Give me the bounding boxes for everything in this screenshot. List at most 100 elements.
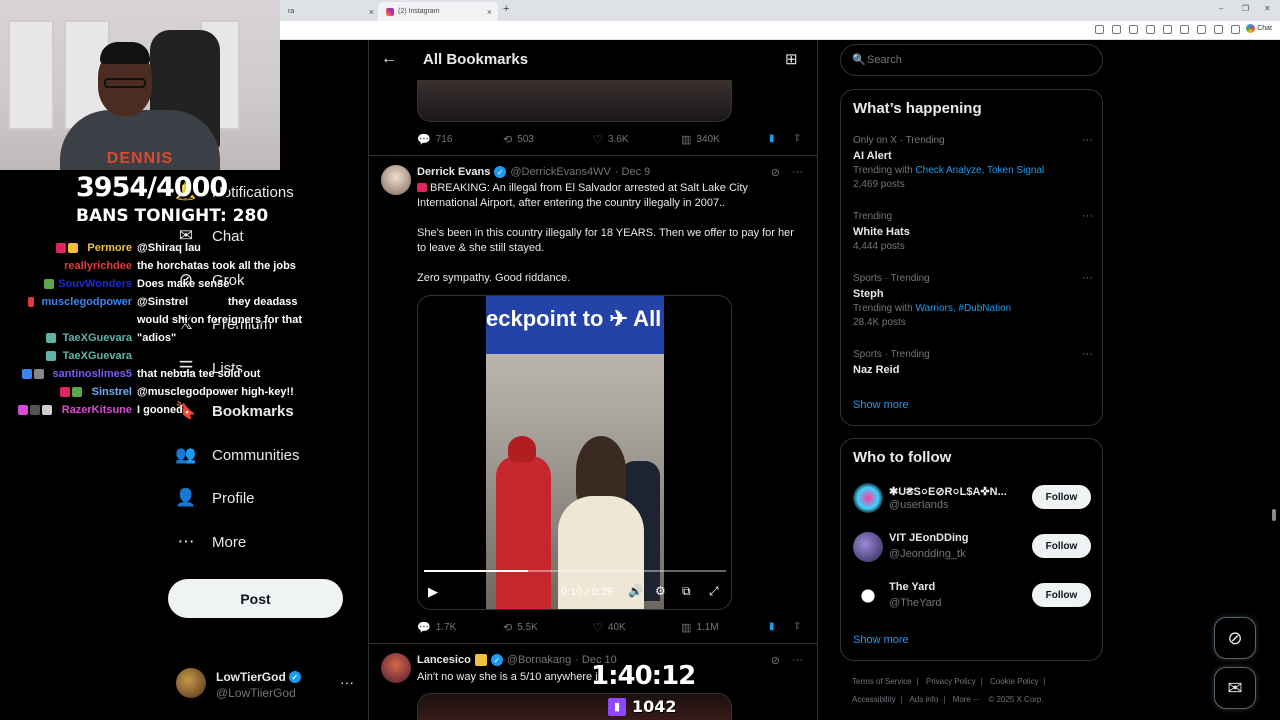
- scrollbar-thumb[interactable]: [1272, 509, 1276, 521]
- picture-in-picture-icon[interactable]: ⧉: [682, 584, 691, 599]
- more-options-icon[interactable]: ···: [340, 674, 354, 690]
- fullscreen-icon[interactable]: ⤢: [709, 584, 719, 599]
- settings-gear-icon[interactable]: ⚙: [655, 584, 666, 598]
- account-switcher[interactable]: LowTierGod ✓ @LowTiierGod ···: [176, 668, 356, 702]
- extension-icon[interactable]: [1231, 25, 1240, 34]
- more-icon[interactable]: ···: [1082, 348, 1093, 360]
- trend-context: Trending: [853, 211, 893, 222]
- copyright: © 2025 X Corp.: [988, 695, 1044, 704]
- views-button[interactable]: ▥ 1.1M: [681, 621, 719, 634]
- grok-icon[interactable]: ⊘: [771, 166, 780, 179]
- reply-button[interactable]: 💬 1.7K: [417, 621, 456, 634]
- tweet-date[interactable]: · Dec 9: [615, 166, 650, 178]
- chat-text: I gooned: [137, 404, 183, 416]
- extension-icon[interactable]: [1129, 25, 1138, 34]
- footer-link[interactable]: More ···: [953, 695, 981, 704]
- author-handle[interactable]: @Bornakang: [507, 654, 571, 666]
- heart-icon: ♡: [593, 622, 603, 634]
- extension-icon[interactable]: [1180, 25, 1189, 34]
- search-box[interactable]: 🔍: [840, 44, 1103, 76]
- verified-badge-icon: ✓: [494, 166, 507, 178]
- repost-button[interactable]: ⟲ 503: [503, 133, 534, 146]
- avatar[interactable]: [381, 165, 411, 195]
- footer-link[interactable]: Terms of Service: [852, 677, 912, 686]
- minimize-icon[interactable]: –: [1219, 4, 1223, 13]
- follow-button[interactable]: Follow: [1032, 485, 1091, 509]
- close-tab-icon[interactable]: ×: [369, 7, 374, 17]
- follow-suggestion[interactable]: VIT JEonDDing @Jeondding_tk Follow: [853, 530, 1093, 566]
- video-progress-bar[interactable]: [424, 570, 726, 572]
- nav-profile[interactable]: 👤 Profile: [175, 483, 254, 513]
- grok-floating-button[interactable]: ⊘: [1214, 617, 1256, 659]
- twitch-icon: ▮: [608, 697, 626, 716]
- trend-item[interactable]: Sports · Trending Naz Reid ···: [853, 348, 1093, 378]
- views-button[interactable]: ▥ 340K: [681, 133, 720, 146]
- more-icon[interactable]: ···: [792, 654, 803, 667]
- author-name[interactable]: Derrick Evans: [417, 166, 490, 178]
- reply-button[interactable]: 💬 716: [417, 133, 452, 146]
- play-icon[interactable]: ▶: [428, 584, 438, 600]
- nav-communities[interactable]: 👥 Communities: [175, 440, 299, 470]
- follow-button[interactable]: Follow: [1032, 534, 1091, 558]
- trend-related-links[interactable]: Check Analyze, Token Signal: [915, 165, 1044, 176]
- star-icon[interactable]: [1146, 25, 1155, 34]
- post-button[interactable]: Post: [168, 579, 343, 618]
- extension-icon[interactable]: [1112, 25, 1121, 34]
- whats-happening-panel: What’s happening Only on X · Trending AI…: [840, 89, 1103, 426]
- author-name[interactable]: Lancesico: [417, 654, 471, 666]
- browser-tab[interactable]: ra ×: [280, 2, 380, 21]
- share-icon[interactable]: ⇪: [793, 133, 801, 144]
- trend-item[interactable]: Only on X · Trending AI Alert Trending w…: [853, 134, 1093, 192]
- extension-icon[interactable]: [1197, 25, 1206, 34]
- tweet-header: Derrick Evans ✓ @DerrickEvans4WV · Dec 9: [417, 166, 650, 178]
- repost-button[interactable]: ⟲ 5.5K: [503, 621, 538, 634]
- tweet-media[interactable]: [417, 693, 732, 720]
- search-input[interactable]: [867, 51, 1087, 69]
- like-button[interactable]: ♡ 40K: [593, 621, 626, 634]
- volume-icon[interactable]: 🔊: [628, 584, 643, 598]
- close-window-icon[interactable]: ✕: [1264, 4, 1271, 13]
- nav-more[interactable]: ⋯ More: [176, 527, 247, 557]
- browser-tab-instagram[interactable]: (2) Instagram ×: [378, 2, 498, 21]
- follow-suggestion[interactable]: ✱U₴S০E⊘R০L$A✜N... @userIands Follow: [853, 481, 1093, 517]
- more-icon[interactable]: ···: [792, 166, 803, 179]
- extension-icon[interactable]: [1214, 25, 1223, 34]
- extension-icon[interactable]: [1095, 25, 1104, 34]
- follow-suggestion[interactable]: The Yard @TheYard Follow: [853, 579, 1093, 615]
- tweet-video[interactable]: eckpoint to ✈ All ▶ 0:10 / 0:29 🔊 ⚙ ⧉ ⤢: [417, 295, 732, 610]
- footer-link[interactable]: Cookie Policy: [990, 677, 1038, 686]
- bookmark-folder-add-icon[interactable]: ⊞: [785, 50, 798, 68]
- chat-button[interactable]: Chat: [1246, 24, 1272, 33]
- close-tab-icon[interactable]: ×: [487, 7, 492, 17]
- author-handle[interactable]: @DerrickEvans4WV: [510, 166, 610, 178]
- trend-context: Sports · Trending: [853, 273, 930, 284]
- show-more-link[interactable]: Show more: [853, 634, 909, 646]
- chat-badges: [46, 351, 56, 361]
- bookmark-icon[interactable]: ▮: [769, 621, 775, 632]
- trend-item[interactable]: Trending White Hats 4,444 posts ···: [853, 210, 1093, 254]
- more-icon[interactable]: ···: [1082, 210, 1093, 222]
- show-more-link[interactable]: Show more: [853, 399, 909, 411]
- bookmark-icon[interactable]: ▮: [769, 133, 775, 144]
- footer-link[interactable]: Accessibility: [852, 695, 896, 704]
- footer-link[interactable]: Privacy Policy: [926, 677, 976, 686]
- footer-link[interactable]: Ads info: [909, 695, 938, 704]
- share-icon[interactable]: ⇪: [793, 621, 801, 632]
- back-arrow-icon[interactable]: ←: [381, 50, 397, 68]
- follow-button[interactable]: Follow: [1032, 583, 1091, 607]
- messages-floating-button[interactable]: ✉: [1214, 667, 1256, 709]
- like-button[interactable]: ♡ 3.6K: [593, 133, 628, 146]
- more-icon[interactable]: ···: [1082, 272, 1093, 284]
- trend-related-links[interactable]: Warriors, #DubNation: [915, 303, 1011, 314]
- avatar: [853, 483, 883, 513]
- trend-item[interactable]: Sports · Trending Steph Trending with Wa…: [853, 272, 1093, 330]
- previous-tweet-media[interactable]: [417, 80, 732, 122]
- grok-icon[interactable]: ⊘: [771, 654, 780, 667]
- avatar[interactable]: [381, 653, 411, 683]
- badge-icon: [60, 387, 70, 397]
- extension-icon[interactable]: [1163, 25, 1172, 34]
- maximize-icon[interactable]: ❐: [1242, 4, 1249, 13]
- more-icon[interactable]: ···: [1082, 134, 1093, 146]
- divider: [369, 155, 817, 156]
- new-tab-button[interactable]: +: [503, 3, 509, 15]
